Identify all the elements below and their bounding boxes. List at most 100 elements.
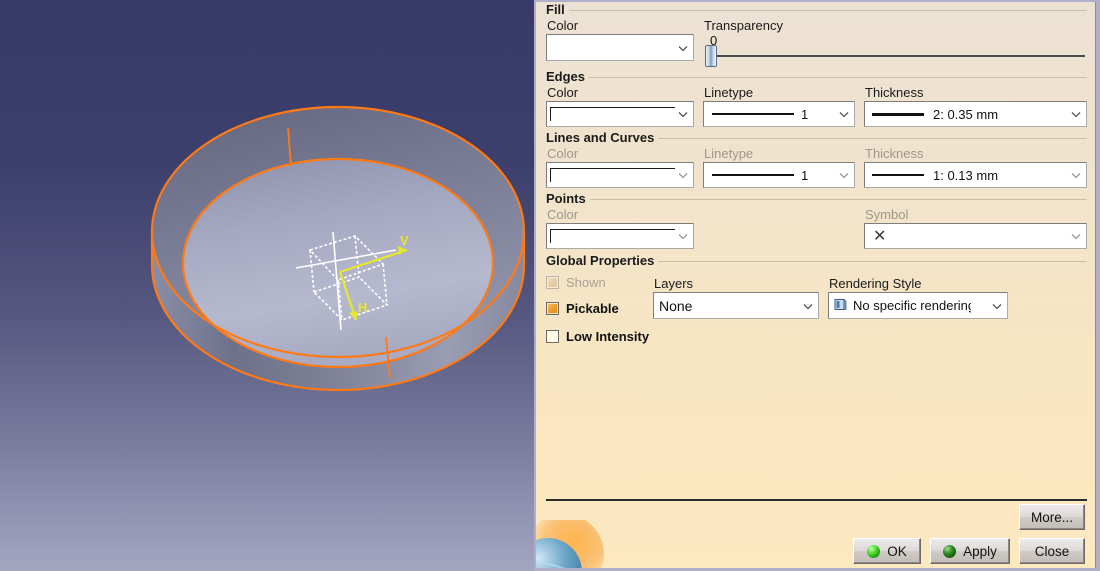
planet-watermark: [536, 520, 604, 568]
chevron-down-icon: [677, 230, 689, 242]
group-global-title: Global Properties: [546, 253, 655, 268]
close-button[interactable]: Close: [1019, 538, 1085, 564]
edges-thickness-combo[interactable]: 2: 0.35 mm: [864, 101, 1087, 127]
lines-thickness-combo[interactable]: 1: 0.13 mm: [864, 162, 1087, 188]
cylinder-inner-floor: [183, 159, 493, 367]
group-lines-header: Lines and Curves: [546, 131, 1087, 145]
low-intensity-checkbox-icon[interactable]: [546, 329, 559, 343]
points-color-label: Color: [547, 207, 579, 222]
rendering-style-combo[interactable]: No specific rendering: [828, 292, 1008, 319]
lines-linetype-label: Linetype: [704, 146, 754, 161]
group-points-rule: [589, 199, 1087, 200]
ok-button-label: OK: [887, 543, 907, 559]
edges-linetype-combo[interactable]: 1: [703, 101, 855, 127]
chevron-down-icon: [838, 169, 850, 181]
rendering-style-icon: [834, 298, 847, 314]
viewport-scene: V H: [150, 105, 526, 392]
group-fill: Fill Color Transparency 0: [546, 3, 1087, 67]
group-points: Points Color Symbol ✕: [546, 192, 1087, 249]
group-lines-title: Lines and Curves: [546, 130, 655, 145]
edges-thickness-value: 2: 0.35 mm: [933, 106, 999, 122]
lines-linetype-combo[interactable]: 1: [703, 162, 855, 188]
rendering-style-label: Rendering Style: [829, 276, 922, 291]
chevron-down-icon: [1070, 230, 1082, 242]
linetype-solid-icon: [712, 174, 794, 176]
transparency-label: Transparency: [704, 18, 783, 33]
chevron-down-icon: [677, 169, 689, 181]
fill-color-label: Color: [547, 18, 579, 33]
dialog-button-bar: More... OK Apply Close: [853, 504, 1085, 564]
group-lines-and-curves: Lines and Curves Color Linetype 1 Thickn…: [546, 131, 1087, 188]
edges-linetype-label: Linetype: [704, 85, 754, 100]
edges-color-combo[interactable]: [546, 101, 694, 127]
thickness-preview-icon: [872, 174, 924, 176]
rendering-style-value: No specific rendering: [853, 298, 971, 313]
chevron-down-icon: [802, 300, 814, 312]
close-button-label: Close: [1034, 543, 1070, 559]
group-global-properties: Global Properties Shown Pickable Low Int…: [546, 254, 1087, 350]
checkbox-pickable[interactable]: Pickable: [546, 294, 650, 322]
edges-color-swatch: [550, 107, 675, 121]
transparency-value: 0: [710, 33, 718, 48]
group-lines-rule: [658, 138, 1087, 139]
group-fill-title: Fill: [546, 2, 565, 17]
dialog-separator: [546, 499, 1087, 501]
checkbox-low-intensity[interactable]: Low Intensity: [546, 322, 650, 350]
chevron-down-icon: [677, 108, 689, 120]
lines-color-swatch: [550, 168, 675, 182]
edges-color-label: Color: [547, 85, 579, 100]
transparency-slider-thumb[interactable]: [705, 45, 717, 67]
fill-color-combo[interactable]: [546, 34, 694, 61]
ok-button[interactable]: OK: [853, 538, 921, 564]
edges-linetype-value: 1: [801, 106, 809, 122]
lines-linetype-value: 1: [801, 167, 809, 183]
more-button-label: More...: [1030, 509, 1073, 525]
low-intensity-label: Low Intensity: [566, 328, 650, 344]
shown-label: Shown: [566, 275, 606, 290]
points-symbol-value: ✕: [873, 228, 887, 245]
checkbox-shown[interactable]: Shown: [546, 271, 650, 294]
points-color-combo[interactable]: [546, 223, 694, 249]
lines-thickness-label: Thickness: [865, 146, 924, 161]
apply-sphere-icon: [943, 544, 957, 558]
points-color-swatch-wrap: [550, 229, 693, 243]
lines-color-label: Color: [547, 146, 579, 161]
chevron-down-icon: [838, 108, 850, 120]
axis-label-h: H: [358, 300, 367, 315]
transparency-slider-track[interactable]: [711, 55, 1085, 57]
linetype-solid-icon: [712, 113, 794, 115]
edges-color-swatch-wrap: [550, 107, 693, 121]
thickness-preview-icon: [872, 112, 924, 116]
properties-dialog: Fill Color Transparency 0 Edges Color Li…: [534, 0, 1100, 571]
3d-viewport[interactable]: V H: [0, 0, 534, 571]
shown-checkbox-icon[interactable]: [546, 276, 559, 289]
chevron-down-icon: [1070, 169, 1082, 181]
transparency-slider[interactable]: [703, 45, 1087, 67]
chevron-down-icon: [1070, 108, 1082, 120]
layers-label: Layers: [654, 276, 694, 291]
lines-thickness-value: 1: 0.13 mm: [933, 167, 999, 183]
axis-label-v: V: [400, 233, 409, 248]
chevron-down-icon: [991, 300, 1003, 312]
points-symbol-label: Symbol: [865, 207, 909, 222]
pickable-checkbox-icon[interactable]: [546, 301, 559, 315]
lines-color-combo[interactable]: [546, 162, 694, 188]
group-fill-header: Fill: [546, 3, 1087, 17]
layers-combo[interactable]: None: [653, 292, 819, 319]
group-edges-title: Edges: [546, 69, 586, 84]
ok-sphere-icon: [867, 544, 881, 558]
group-edges: Edges Color Linetype 1 Thickness 2: 0.35…: [546, 70, 1087, 127]
group-points-title: Points: [546, 191, 586, 206]
edges-thickness-label: Thickness: [865, 85, 924, 100]
more-button[interactable]: More...: [1019, 504, 1085, 530]
group-edges-rule: [589, 77, 1087, 78]
layers-value: None: [659, 297, 693, 314]
group-points-header: Points: [546, 192, 1087, 206]
chevron-down-icon: [677, 42, 689, 54]
apply-button[interactable]: Apply: [930, 538, 1010, 564]
lines-color-swatch-wrap: [550, 168, 693, 182]
group-edges-header: Edges: [546, 70, 1087, 84]
points-symbol-combo[interactable]: ✕: [864, 223, 1087, 249]
pickable-label: Pickable: [566, 300, 619, 316]
group-fill-rule: [568, 10, 1087, 11]
